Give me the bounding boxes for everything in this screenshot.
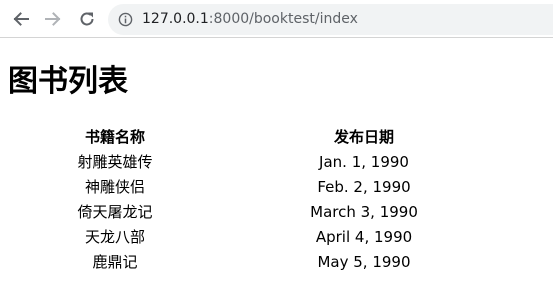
forward-button[interactable] bbox=[42, 8, 64, 30]
reload-icon bbox=[80, 12, 94, 26]
url-text[interactable]: 127.0.0.1:8000/booktest/index bbox=[142, 10, 358, 29]
table-row: 神雕侠侣 Feb. 2, 1990 bbox=[8, 175, 506, 200]
reload-button[interactable] bbox=[76, 8, 98, 30]
book-name-cell: 射雕英雄传 bbox=[77, 153, 153, 171]
book-name-cell: 天龙八部 bbox=[84, 228, 145, 246]
publish-date-cell: April 4, 1990 bbox=[315, 228, 413, 246]
back-button[interactable] bbox=[10, 8, 32, 30]
table-row: 鹿鼎记 May 5, 1990 bbox=[8, 250, 506, 275]
table-row: 倚天屠龙记 March 3, 1990 bbox=[8, 200, 506, 225]
publish-date-cell: May 5, 1990 bbox=[317, 253, 411, 271]
arrow-right-icon bbox=[45, 12, 61, 26]
book-name-cell: 鹿鼎记 bbox=[92, 253, 138, 271]
table-row: 天龙八部 April 4, 1990 bbox=[8, 225, 506, 250]
book-name-cell: 神雕侠侣 bbox=[84, 178, 145, 196]
column-header-name: 书籍名称 bbox=[84, 128, 145, 146]
column-header-date: 发布日期 bbox=[333, 128, 394, 146]
publish-date-cell: Feb. 2, 1990 bbox=[317, 178, 411, 196]
table-header-row: 书籍名称 发布日期 bbox=[8, 125, 506, 150]
publish-date-cell: Jan. 1, 1990 bbox=[319, 153, 409, 171]
browser-toolbar: 127.0.0.1:8000/booktest/index bbox=[0, 0, 553, 38]
address-bar[interactable]: 127.0.0.1:8000/booktest/index bbox=[108, 4, 553, 35]
arrow-left-icon bbox=[13, 12, 29, 26]
url-host: 127.0.0.1 bbox=[142, 11, 209, 27]
page-title: 图书列表 bbox=[8, 64, 128, 99]
table-row: 射雕英雄传 Jan. 1, 1990 bbox=[8, 150, 506, 175]
publish-date-cell: March 3, 1990 bbox=[310, 203, 418, 221]
info-circle-icon[interactable] bbox=[118, 12, 133, 27]
book-name-cell: 倚天屠龙记 bbox=[77, 203, 153, 221]
url-path: :8000/booktest/index bbox=[208, 11, 358, 27]
book-table: 书籍名称 发布日期 射雕英雄传 Jan. 1, 1990 神雕侠侣 Feb. 2… bbox=[8, 125, 506, 275]
